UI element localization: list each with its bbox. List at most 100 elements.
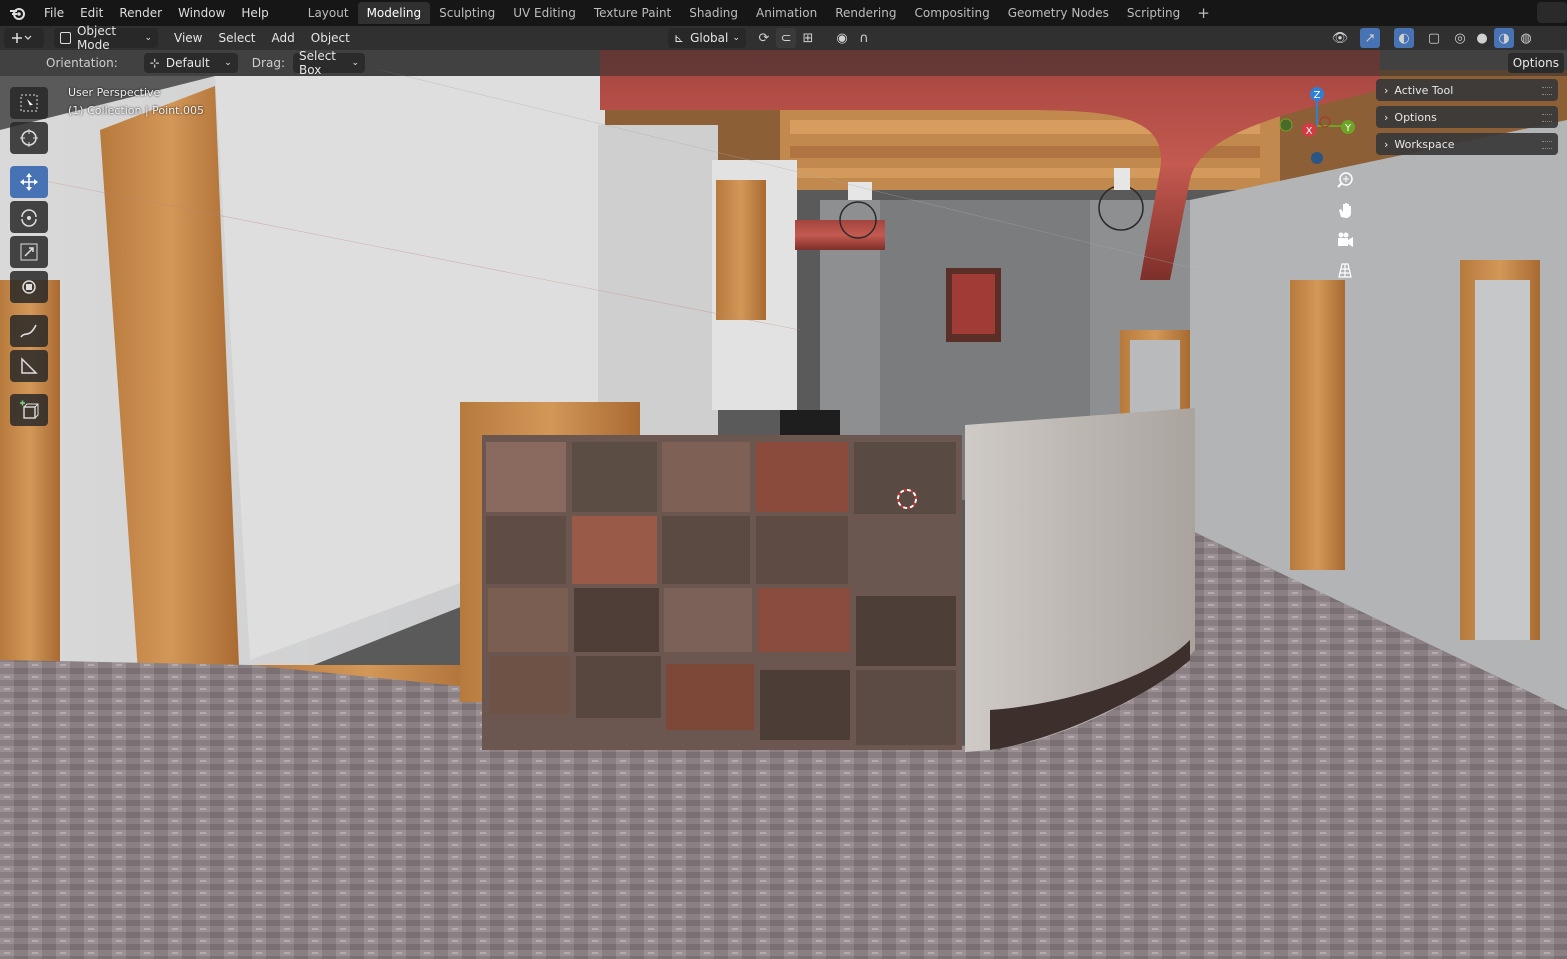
grip-icon[interactable] [1542,141,1552,149]
move-icon [20,173,38,191]
menu-file[interactable]: File [36,0,72,26]
3d-viewport[interactable] [0,50,1567,959]
shading-solid-icon[interactable]: ● [1472,28,1492,48]
orientation-value: Default [165,56,210,70]
editor-type-button[interactable] [4,28,44,48]
top-bar: File Edit Render Window Help Layout Mode… [0,0,1567,26]
chevron-right-icon: › [1384,110,1389,124]
grip-icon[interactable] [1542,87,1552,95]
scale-tool[interactable] [10,236,48,268]
measure-icon [21,357,38,374]
collection-info: (1) Collection | Point.005 [68,104,204,117]
drag-value: Select Box [298,49,337,77]
menu-help[interactable]: Help [233,0,276,26]
panel-options[interactable]: › Options [1376,106,1558,128]
viewport-info: User Perspective (1) Collection | Point.… [68,84,204,120]
object-mode-icon [60,32,71,44]
panel-label: Options [1394,110,1437,124]
viewport-display-controls: 👁 ↗ ◐ ▢ ◎ ● ◑ ◍ [1330,28,1536,48]
tab-texture-paint[interactable]: Texture Paint [585,2,680,24]
tab-compositing[interactable]: Compositing [905,2,998,24]
sidebar-panel: › Active Tool › Options › Workspace [1376,79,1558,160]
add-cube-icon [20,400,39,419]
select-box-tool[interactable] [10,87,48,119]
tab-rendering[interactable]: Rendering [826,2,905,24]
annotate-icon [20,324,37,338]
annotate-tool[interactable] [10,315,48,347]
axis-neg-z-icon [1311,152,1323,164]
transform-tool[interactable] [10,271,48,303]
measure-tool[interactable] [10,350,48,382]
tab-layout[interactable]: Layout [299,2,358,24]
move-tool[interactable] [10,166,48,198]
shading-material-icon[interactable]: ◑ [1494,28,1514,48]
transform-orientation-value: Global [690,31,729,45]
workspace-tabs: Layout Modeling Sculpting UV Editing Tex… [299,0,1218,26]
chevron-down-icon: ⌄ [144,33,152,43]
falloff-icon[interactable]: ∩ [854,28,874,48]
grip-icon[interactable] [1542,114,1552,122]
gizmo-toggle-icon[interactable]: ↗ [1360,28,1380,48]
zoom-icon[interactable] [1333,168,1357,192]
menu-render[interactable]: Render [111,0,170,26]
chevron-down-icon: ⌄ [224,58,232,68]
mode-selector[interactable]: Object Mode ⌄ [54,24,158,52]
select-box-icon [20,94,38,112]
menu-object[interactable]: Object [303,26,358,50]
chevron-down-icon: ⌄ [351,58,359,68]
scene-render [0,50,1567,959]
axis-z-label: Z [1314,90,1321,101]
menu-select[interactable]: Select [210,26,263,50]
panel-workspace[interactable]: › Workspace [1376,133,1558,155]
transform-icon [22,280,36,294]
shading-rendered-icon[interactable]: ◍ [1516,28,1536,48]
panel-label: Active Tool [1394,83,1454,97]
cursor-icon [20,129,38,147]
menu-window[interactable]: Window [170,0,233,26]
tab-shading[interactable]: Shading [680,2,747,24]
drag-dropdown[interactable]: Select Box ⌄ [292,49,365,77]
menu-edit[interactable]: Edit [72,0,111,26]
orientation-dropdown[interactable]: ⊹ Default ⌄ [143,53,238,73]
snap-toggle-icon[interactable]: ⊂ [776,28,796,48]
transform-orientation-select[interactable]: ⊾ Global ⌄ [668,28,746,48]
shading-wireframe-icon[interactable]: ◎ [1450,28,1470,48]
axis-y-label: Y [1344,123,1352,134]
pan-hand-icon[interactable] [1333,198,1357,222]
xray-toggle-icon[interactable]: ▢ [1424,28,1444,48]
panel-active-tool[interactable]: › Active Tool [1376,79,1558,101]
tab-animation[interactable]: Animation [747,2,826,24]
tab-modeling[interactable]: Modeling [357,2,431,24]
perspective-label: User Perspective [68,86,161,99]
cursor-tool[interactable] [10,122,48,154]
navigation-gizmo[interactable]: Z Y X [1275,84,1360,169]
panel-label: Workspace [1394,137,1455,151]
ortho-grid-icon[interactable] [1333,258,1357,282]
drag-label: Drag: [251,56,285,70]
rotate-tool[interactable] [10,201,48,233]
tab-uv-editing[interactable]: UV Editing [504,2,585,24]
pivot-point-icon[interactable]: ⟳ [754,28,774,48]
orientation-label: Orientation: [46,56,118,70]
scene-icon[interactable] [1537,2,1567,23]
snap-target-icon[interactable]: ⊞ [798,28,818,48]
proportional-edit-icon[interactable]: ◉ [832,28,852,48]
transform-controls: ⊾ Global ⌄ ⟳ ⊂ ⊞ ◉ ∩ [668,28,874,48]
mode-label: Object Mode [76,24,117,52]
toolbar [9,84,51,429]
add-cube-tool[interactable] [10,394,48,426]
tab-geometry-nodes[interactable]: Geometry Nodes [999,2,1118,24]
camera-view-icon[interactable] [1333,228,1357,252]
tab-sculpting[interactable]: Sculpting [430,2,504,24]
visibility-icon[interactable]: 👁 [1330,28,1350,48]
blender-logo-icon[interactable] [0,0,36,26]
chevron-right-icon: › [1384,137,1389,151]
viewport-header: Object Mode ⌄ View Select Add Object ⊾ G… [0,24,1567,52]
options-button[interactable]: Options [1507,53,1564,73]
axis-neg-y-icon [1279,118,1293,132]
overlay-toggle-icon[interactable]: ◐ [1394,28,1414,48]
add-workspace-button[interactable]: + [1189,4,1218,22]
menu-view[interactable]: View [166,26,210,50]
menu-add[interactable]: Add [264,26,303,50]
tab-scripting[interactable]: Scripting [1118,2,1189,24]
